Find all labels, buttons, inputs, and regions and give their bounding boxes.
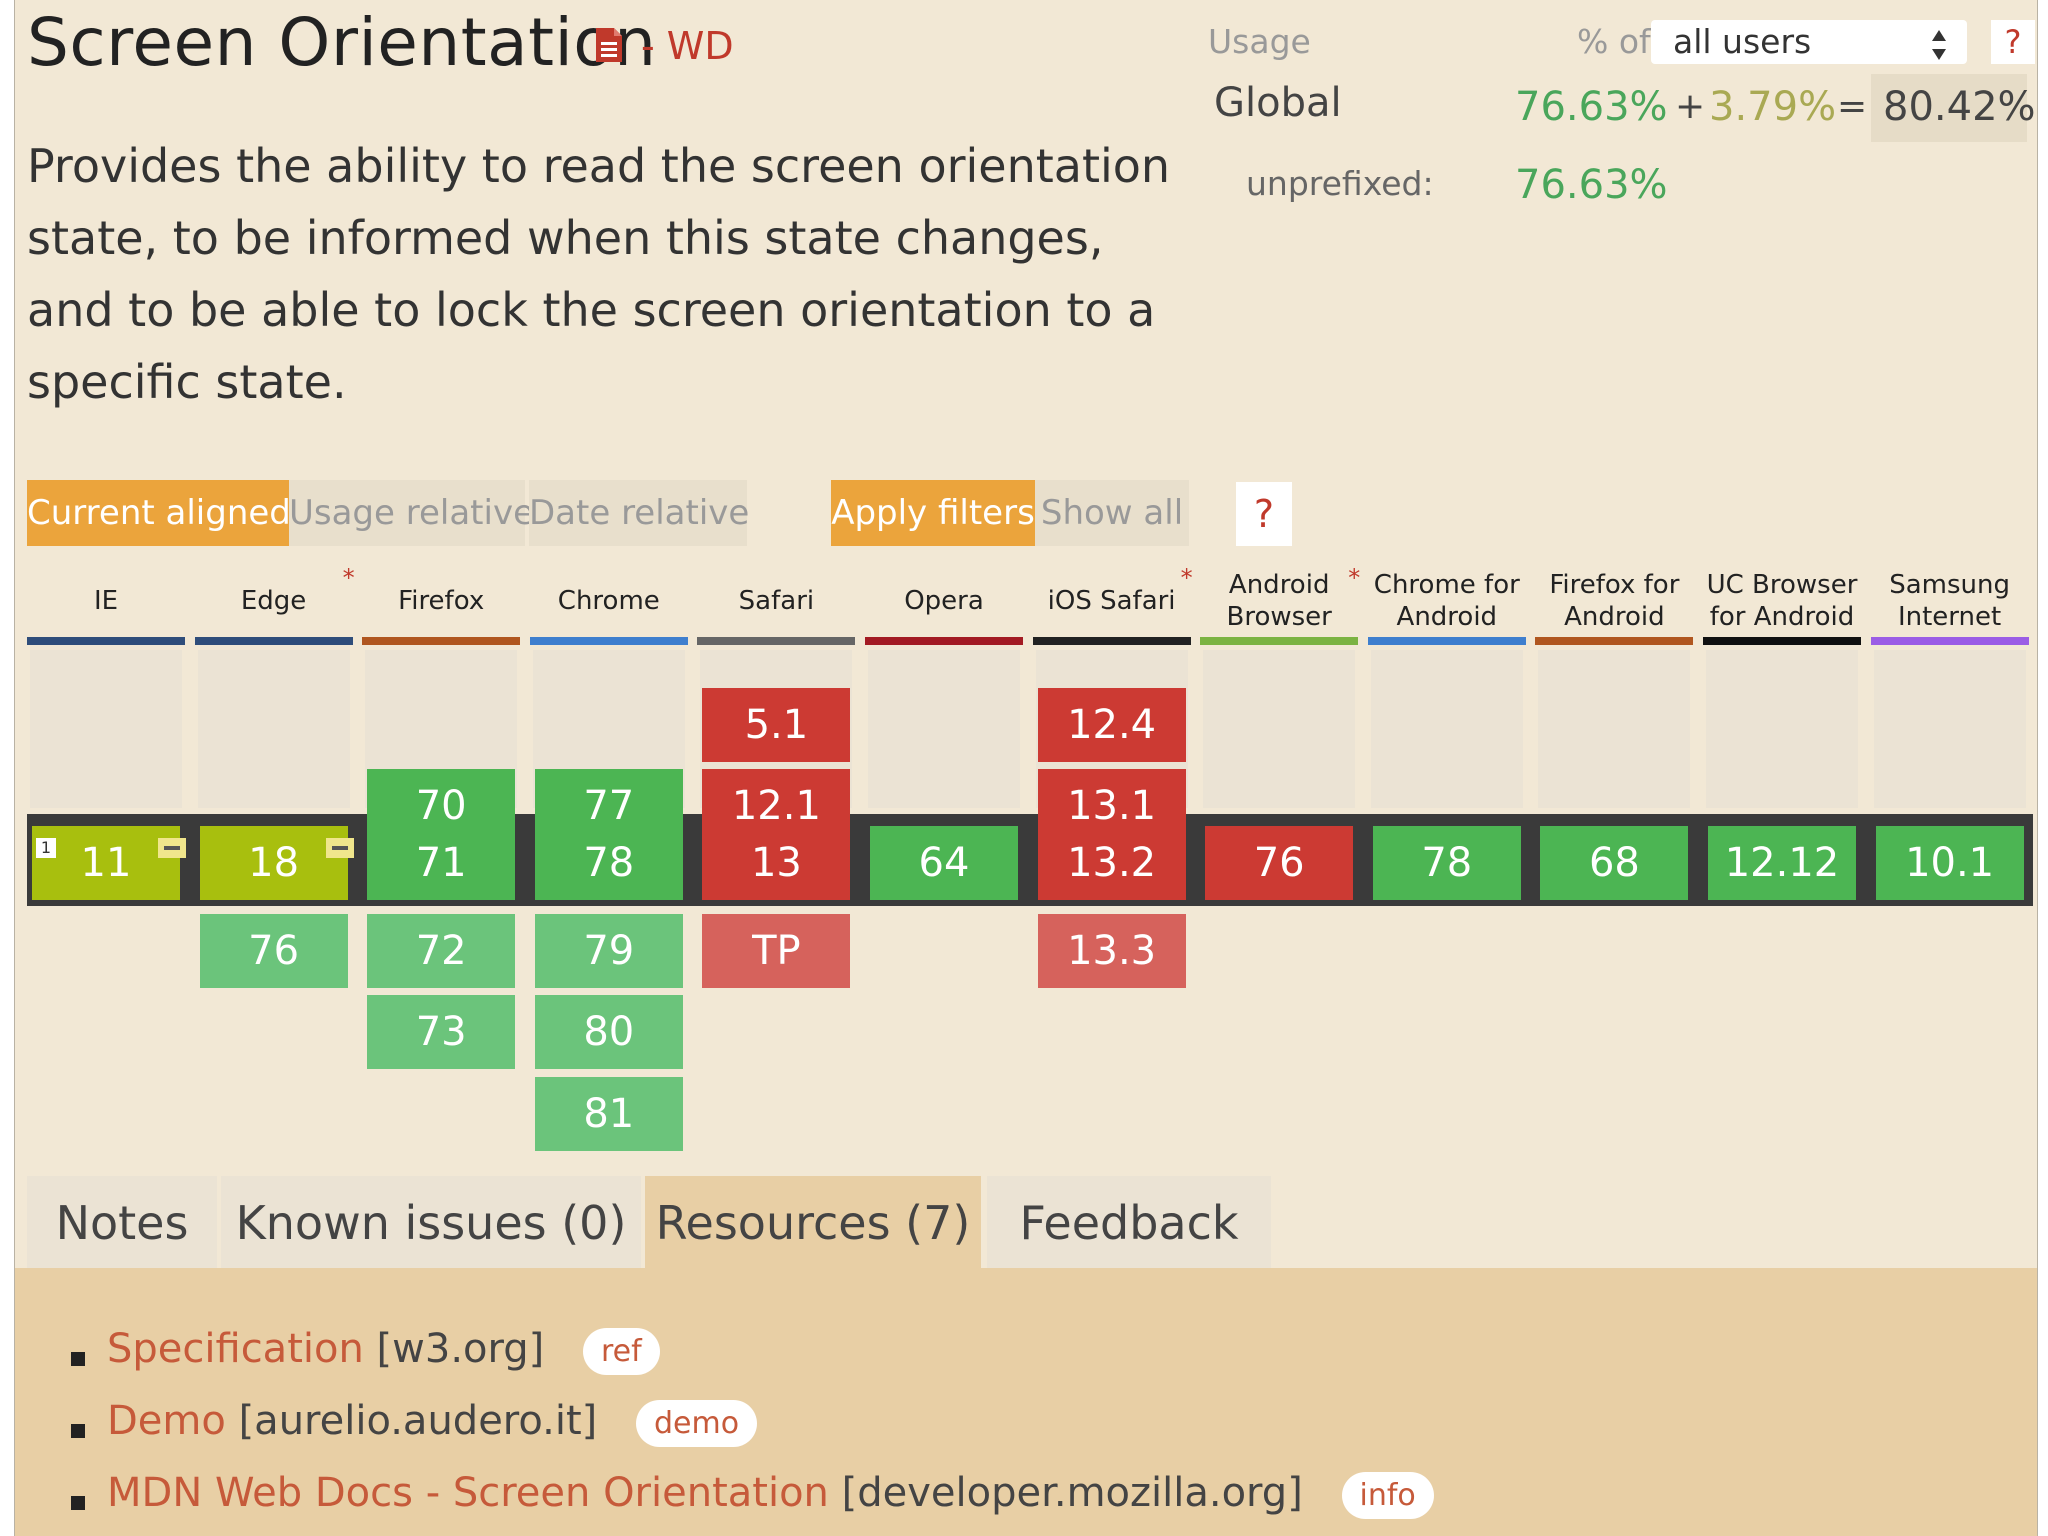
resource-domain: [w3.org] bbox=[376, 1326, 545, 1372]
select-arrows-icon bbox=[1932, 30, 1946, 60]
partial-flag-icon bbox=[158, 838, 186, 858]
document-icon[interactable] bbox=[594, 26, 624, 64]
tab-resources[interactable]: Resources (7) bbox=[645, 1176, 981, 1270]
bullet bbox=[71, 1496, 85, 1510]
resource-domain: [aurelio.audero.it] bbox=[238, 1398, 598, 1444]
column-background bbox=[1538, 650, 1691, 808]
browser-color-bar bbox=[1032, 637, 1191, 645]
browser-header-chrome-for-android[interactable]: Chrome for Android bbox=[1368, 566, 1526, 636]
equals-sign: = bbox=[1837, 86, 1868, 127]
global-label: Global bbox=[1214, 80, 1342, 126]
note-star: * bbox=[1180, 564, 1193, 592]
version-cell[interactable]: TP bbox=[702, 914, 851, 988]
browser-header-ie[interactable]: IE bbox=[27, 566, 185, 636]
browser-color-bar bbox=[697, 637, 856, 645]
filters-help-button[interactable]: ? bbox=[1236, 482, 1292, 546]
current-version-cell[interactable]: 78 bbox=[1372, 826, 1521, 900]
current-version-cell[interactable]: 64 bbox=[870, 826, 1018, 900]
note-star: * bbox=[1348, 564, 1361, 592]
column-background bbox=[1370, 650, 1523, 808]
bullet bbox=[71, 1424, 85, 1438]
current-version-cell[interactable]: 71 bbox=[367, 826, 516, 900]
unprefixed-label: unprefixed: bbox=[1246, 164, 1434, 203]
browser-header-android-browser[interactable]: Android Browser bbox=[1200, 566, 1358, 636]
browser-color-bar bbox=[194, 637, 353, 645]
current-version-cell[interactable]: 10.1 bbox=[1875, 826, 2024, 900]
tab-known-issues[interactable]: Known issues (0) bbox=[221, 1176, 641, 1270]
show-all-button[interactable]: Show all bbox=[1035, 480, 1189, 546]
browser-header-safari[interactable]: Safari bbox=[697, 566, 855, 636]
browser-color-bar bbox=[27, 637, 185, 645]
browser-color-bar bbox=[362, 637, 521, 645]
tab-feedback[interactable]: Feedback bbox=[987, 1176, 1271, 1270]
browser-header-firefox-for-android[interactable]: Firefox for Android bbox=[1535, 566, 1693, 636]
version-cell[interactable]: 5.1 bbox=[702, 688, 851, 762]
column-background bbox=[1203, 650, 1356, 808]
browser-color-bar bbox=[1870, 637, 2029, 645]
browser-header-uc-browser-for-android[interactable]: UC Browser for Android bbox=[1703, 566, 1861, 636]
version-cell[interactable]: 80 bbox=[534, 995, 683, 1069]
feature-title: Screen Orientation bbox=[27, 4, 657, 81]
current-version-cell[interactable]: 76 bbox=[1205, 826, 1354, 900]
usage-help-button[interactable]: ? bbox=[1991, 20, 2035, 64]
current-version-cell[interactable]: 68 bbox=[1540, 826, 1689, 900]
global-partial-pct: 3.79% bbox=[1709, 84, 1837, 130]
resource-link[interactable]: Demo bbox=[107, 1398, 226, 1444]
resource-domain: [developer.mozilla.org] bbox=[841, 1470, 1303, 1516]
browser-header-opera[interactable]: Opera bbox=[865, 566, 1023, 636]
browser-color-bar bbox=[1703, 637, 1861, 645]
browser-header-chrome[interactable]: Chrome bbox=[530, 566, 688, 636]
current-version-cell[interactable]: 13.2 bbox=[1037, 826, 1186, 900]
date-relative-button[interactable]: Date relative bbox=[529, 480, 749, 546]
current-aligned-button[interactable]: Current aligned bbox=[27, 480, 291, 546]
partial-flag-icon bbox=[325, 838, 354, 858]
current-version-cell[interactable]: 78 bbox=[534, 826, 683, 900]
browser-header-edge[interactable]: Edge bbox=[195, 566, 353, 636]
browser-header-firefox[interactable]: Firefox bbox=[362, 566, 520, 636]
current-version-cell[interactable]: 13 bbox=[702, 826, 851, 900]
bullet bbox=[71, 1352, 85, 1366]
resource-tag: info bbox=[1341, 1471, 1434, 1519]
version-cell[interactable]: 12.4 bbox=[1037, 688, 1186, 762]
tab-notes[interactable]: Notes bbox=[27, 1176, 217, 1270]
resource-link[interactable]: MDN Web Docs - Screen Orientation bbox=[107, 1470, 829, 1516]
browser-color-bar bbox=[1200, 637, 1359, 645]
version-cell[interactable]: 79 bbox=[534, 914, 683, 988]
column-background bbox=[1706, 650, 1858, 808]
percent-of-label: % of bbox=[1577, 22, 1651, 61]
column-background bbox=[1873, 650, 2026, 808]
usage-relative-button[interactable]: Usage relative bbox=[289, 480, 534, 546]
column-background bbox=[197, 650, 350, 808]
feature-page: Screen Orientation - WD Provides the abi… bbox=[14, 0, 2038, 1536]
usage-label: Usage bbox=[1208, 22, 1311, 61]
global-supported-pct: 76.63% bbox=[1515, 84, 1668, 130]
browser-color-bar bbox=[1367, 637, 1526, 645]
resource-link[interactable]: Specification bbox=[107, 1326, 364, 1372]
browser-color-bar bbox=[529, 637, 688, 645]
spec-status[interactable]: - WD bbox=[641, 24, 734, 68]
unprefixed-pct: 76.63% bbox=[1515, 162, 1668, 208]
column-background bbox=[868, 650, 1020, 808]
resources-panel: Specification [w3.org] ref Demo [aurelio… bbox=[15, 1268, 2037, 1536]
version-cell[interactable]: 13.3 bbox=[1037, 914, 1186, 988]
version-cell[interactable]: 76 bbox=[199, 914, 348, 988]
column-background bbox=[30, 650, 182, 808]
current-version-cell[interactable]: 12.12 bbox=[1708, 826, 1856, 900]
plus-sign: + bbox=[1675, 86, 1706, 127]
apply-filters-button[interactable]: Apply filters bbox=[831, 480, 1035, 546]
version-cell[interactable]: 72 bbox=[367, 914, 516, 988]
user-scope-value: all users bbox=[1673, 22, 1812, 61]
browser-color-bar bbox=[865, 637, 1023, 645]
note-number[interactable]: 1 bbox=[36, 838, 56, 858]
version-cell[interactable]: 81 bbox=[534, 1077, 683, 1151]
feature-description: Provides the ability to read the screen … bbox=[27, 139, 1171, 409]
browser-header-samsung-internet[interactable]: Samsung Internet bbox=[1871, 566, 2029, 636]
browser-header-ios-safari[interactable]: iOS Safari bbox=[1033, 566, 1191, 636]
version-cell[interactable]: 73 bbox=[367, 995, 516, 1069]
browser-color-bar bbox=[1535, 637, 1694, 645]
resource-tag: demo bbox=[635, 1399, 758, 1447]
global-total-pct: 80.42% bbox=[1883, 84, 2036, 130]
resource-tag: ref bbox=[582, 1327, 660, 1375]
note-star: * bbox=[342, 564, 355, 592]
